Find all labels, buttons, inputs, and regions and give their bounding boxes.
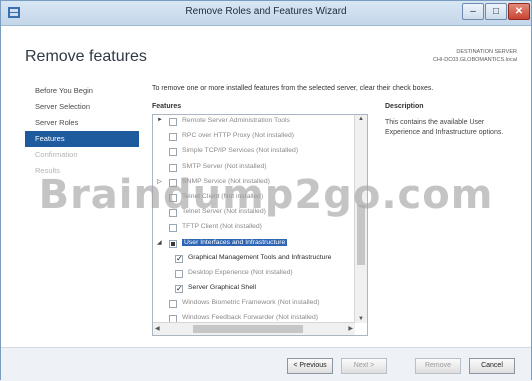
previous-button[interactable]: < Previous bbox=[287, 358, 333, 374]
cancel-button[interactable]: Cancel bbox=[469, 358, 515, 374]
description-header: Description bbox=[385, 103, 424, 110]
feature-label: User Interfaces and Infrastructure bbox=[182, 238, 288, 246]
feature-row[interactable]: ✓ Server Graphical Shell bbox=[153, 282, 355, 297]
horizontal-scroll-thumb[interactable] bbox=[193, 325, 303, 333]
feature-row[interactable]: Simple TCP/IP Services (Not installed) bbox=[153, 145, 355, 160]
watermark: Braindump2go.com bbox=[38, 172, 494, 218]
vertical-scrollbar[interactable]: ▲ ▼ bbox=[354, 115, 367, 323]
destination-label: DESTINATION SERVER bbox=[456, 49, 517, 55]
feature-checkbox[interactable] bbox=[169, 118, 177, 126]
feature-checkbox[interactable]: ✓ bbox=[175, 254, 183, 263]
feature-row[interactable]: ✓ Graphical Management Tools and Infrastr… bbox=[153, 252, 355, 267]
feature-checkbox[interactable] bbox=[169, 300, 177, 309]
title-bar: Remove Roles and Features Wizard – □ ✕ bbox=[1, 1, 531, 26]
scroll-left-icon[interactable]: ◀ bbox=[155, 325, 160, 332]
feature-checkbox[interactable] bbox=[175, 269, 183, 278]
feature-row[interactable]: ► Remote Server Administration Tools bbox=[153, 115, 355, 130]
minimize-button[interactable]: – bbox=[462, 3, 484, 20]
feature-checkbox[interactable] bbox=[169, 133, 177, 142]
scroll-down-icon[interactable]: ▼ bbox=[358, 316, 364, 322]
feature-label: Graphical Management Tools and Infrastru… bbox=[188, 253, 332, 261]
nav-item-before-you-begin[interactable]: Before You Begin bbox=[25, 83, 139, 99]
nav-item-server-roles[interactable]: Server Roles bbox=[25, 115, 139, 131]
expand-arrow-icon[interactable]: ◢ bbox=[157, 239, 162, 246]
features-list: ► Remote Server Administration Tools RPC o… bbox=[153, 115, 355, 328]
feature-row[interactable]: TFTP Client (Not installed) bbox=[153, 221, 355, 236]
nav-item-confirmation: Confirmation bbox=[35, 150, 78, 159]
feature-label: RPC over HTTP Proxy (Not installed) bbox=[182, 132, 295, 140]
feature-label: Desktop Experience (Not installed) bbox=[188, 268, 293, 276]
next-button[interactable]: Next > bbox=[341, 358, 387, 374]
feature-row[interactable]: RPC over HTTP Proxy (Not installed) bbox=[153, 130, 355, 145]
expand-arrow-icon[interactable]: ► bbox=[157, 117, 163, 123]
feature-label: Windows Biometric Framework (Not install… bbox=[182, 299, 320, 307]
nav-item-server-selection[interactable]: Server Selection bbox=[25, 99, 139, 115]
remove-button[interactable]: Remove bbox=[415, 358, 461, 374]
feature-label: TFTP Client (Not installed) bbox=[182, 223, 262, 231]
destination-server: CHI-DC03.GLOBOMANTICS.local bbox=[432, 57, 517, 63]
feature-checkbox[interactable] bbox=[169, 148, 177, 157]
page-title: Remove features bbox=[25, 48, 147, 65]
feature-checkbox[interactable] bbox=[169, 163, 177, 172]
instructions-text: To remove one or more installed features… bbox=[152, 85, 434, 92]
horizontal-scrollbar[interactable]: ◀ ▶ bbox=[153, 322, 355, 335]
features-tree[interactable]: ► Remote Server Administration Tools RPC o… bbox=[152, 114, 368, 336]
feature-checkbox[interactable] bbox=[169, 224, 177, 233]
wizard-nav: Before You Begin Server Selection Server R… bbox=[25, 83, 139, 179]
feature-checkbox[interactable] bbox=[169, 239, 177, 248]
feature-label: Server Graphical Shell bbox=[188, 284, 256, 292]
close-button[interactable]: ✕ bbox=[508, 3, 530, 20]
feature-label: Remote Server Administration Tools bbox=[182, 117, 290, 124]
features-header: Features bbox=[152, 103, 182, 110]
feature-row[interactable]: ◢ User Interfaces and Infrastructure bbox=[153, 237, 355, 252]
feature-label: Simple TCP/IP Services (Not installed) bbox=[182, 147, 299, 155]
scroll-up-icon[interactable]: ▲ bbox=[358, 116, 364, 122]
window-title: Remove Roles and Features Wizard bbox=[185, 6, 347, 17]
maximize-button[interactable]: □ bbox=[485, 3, 507, 20]
feature-checkbox[interactable]: ✓ bbox=[175, 285, 183, 294]
feature-label: Windows Feedback Forwarder (Not installe… bbox=[182, 314, 318, 322]
feature-label: SMTP Server (Not installed) bbox=[182, 162, 267, 170]
description-text: This contains the available User Experie… bbox=[385, 119, 504, 136]
feature-row[interactable]: Windows Biometric Framework (Not install… bbox=[153, 297, 355, 312]
nav-item-features[interactable]: Features bbox=[25, 131, 139, 147]
scroll-right-icon[interactable]: ▶ bbox=[348, 325, 353, 332]
feature-row[interactable]: Desktop Experience (Not installed) bbox=[153, 267, 355, 282]
